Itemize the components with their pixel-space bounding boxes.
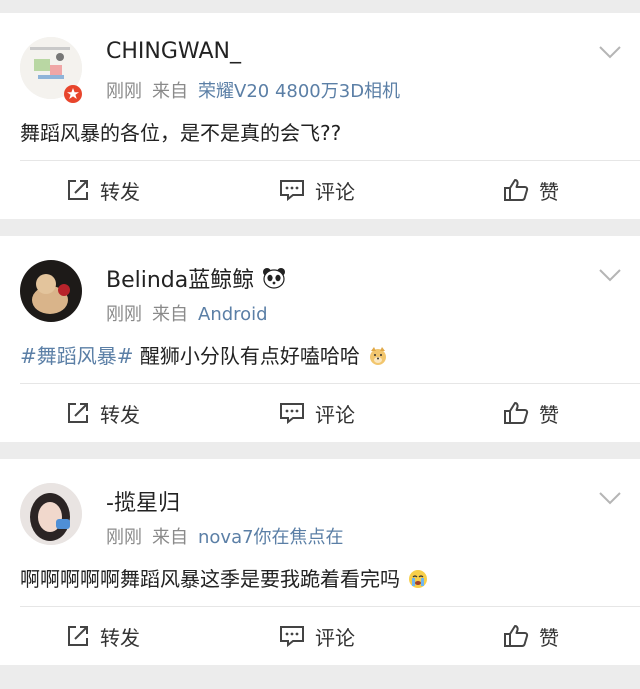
username-text[interactable]: Belinda蓝鲸鲸 — [106, 262, 254, 294]
repost-icon — [68, 180, 88, 200]
like-button[interactable]: 赞 — [503, 177, 559, 204]
panda-emoji — [263, 268, 286, 289]
username-text[interactable]: CHINGWAN_ — [106, 39, 241, 64]
post-source[interactable]: 荣耀V20 4800万3D相机 — [198, 81, 400, 102]
comment-icon — [280, 180, 304, 201]
post-source[interactable]: Android — [198, 304, 268, 325]
repost-icon — [68, 403, 88, 423]
crying-emoji — [409, 570, 428, 588]
chevron-down-icon[interactable] — [598, 268, 622, 282]
comment-button[interactable]: 评论 — [279, 177, 355, 204]
post-card-2: Belinda蓝鲸鲸 刚刚 来自 Android #舞蹈风暴# 醒狮小分队有点好嗑哈… — [0, 236, 640, 442]
post-card-3: -揽星归 刚刚 来自 nova7你在焦点在 啊啊啊啊啊舞蹈风暴这季是要我跪着看完吗 … — [0, 459, 640, 665]
post-meta: 刚刚 来自 nova7你在焦点在 — [106, 523, 344, 549]
repost-label: 转发 — [100, 402, 140, 427]
post-time: 刚刚 — [106, 81, 142, 102]
comment-button[interactable]: 评论 — [279, 623, 355, 650]
avatar[interactable] — [20, 260, 82, 322]
post-content: 舞蹈风暴的各位，是不是真的会飞?? — [20, 117, 341, 146]
from-label: 来自 — [152, 304, 188, 325]
from-label: 来自 — [152, 81, 188, 102]
action-bar: 转发 评论 赞 — [0, 161, 640, 219]
repost-label: 转发 — [100, 625, 140, 650]
avatar-image — [20, 260, 82, 322]
repost-button[interactable]: 转发 — [66, 623, 140, 650]
post-time: 刚刚 — [106, 304, 142, 325]
action-bar: 转发 评论 赞 — [0, 607, 640, 665]
post-content: #舞蹈风暴# 醒狮小分队有点好嗑哈哈 — [20, 340, 388, 369]
like-label: 赞 — [539, 402, 559, 427]
repost-button[interactable]: 转发 — [66, 400, 140, 427]
post-content: 啊啊啊啊啊舞蹈风暴这季是要我跪着看完吗 — [20, 563, 428, 592]
avatar[interactable] — [20, 483, 82, 545]
chevron-down-icon[interactable] — [598, 491, 622, 505]
like-label: 赞 — [539, 179, 559, 204]
hashtag-link[interactable]: #舞蹈风暴# — [20, 344, 134, 368]
comment-label: 评论 — [315, 179, 355, 204]
like-button[interactable]: 赞 — [503, 623, 559, 650]
post-text: 舞蹈风暴的各位，是不是真的会飞?? — [20, 121, 342, 145]
username[interactable]: Belinda蓝鲸鲸 — [106, 262, 286, 294]
post-text: 醒狮小分队有点好嗑哈哈 — [133, 344, 360, 368]
like-icon — [504, 179, 529, 201]
post-meta: 刚刚 来自 Android — [106, 300, 268, 326]
username-text[interactable]: -揽星归 — [106, 485, 180, 517]
comment-label: 评论 — [315, 625, 355, 650]
doge-emoji — [370, 347, 387, 365]
comment-icon — [280, 626, 304, 647]
comment-label: 评论 — [315, 402, 355, 427]
action-bar: 转发 评论 赞 — [0, 384, 640, 442]
avatar-image — [20, 483, 82, 545]
post-meta: 刚刚 来自 荣耀V20 4800万3D相机 — [106, 77, 400, 103]
post-text: 啊啊啊啊啊舞蹈风暴这季是要我跪着看完吗 — [20, 567, 400, 591]
like-button[interactable]: 赞 — [503, 400, 559, 427]
comment-button[interactable]: 评论 — [279, 400, 355, 427]
comment-icon — [280, 403, 304, 424]
chevron-down-icon[interactable] — [598, 45, 622, 59]
post-source[interactable]: nova7你在焦点在 — [198, 527, 344, 548]
repost-label: 转发 — [100, 179, 140, 204]
username[interactable]: CHINGWAN_ — [106, 39, 241, 64]
post-card-1: CHINGWAN_ 刚刚 来自 荣耀V20 4800万3D相机 舞蹈风暴的各位，是不… — [0, 13, 640, 219]
repost-button[interactable]: 转发 — [66, 177, 140, 204]
like-icon — [504, 625, 529, 647]
repost-icon — [68, 626, 88, 646]
like-label: 赞 — [539, 625, 559, 650]
post-time: 刚刚 — [106, 527, 142, 548]
verified-badge-icon — [64, 85, 82, 103]
like-icon — [504, 402, 529, 424]
username[interactable]: -揽星归 — [106, 485, 180, 517]
from-label: 来自 — [152, 527, 188, 548]
